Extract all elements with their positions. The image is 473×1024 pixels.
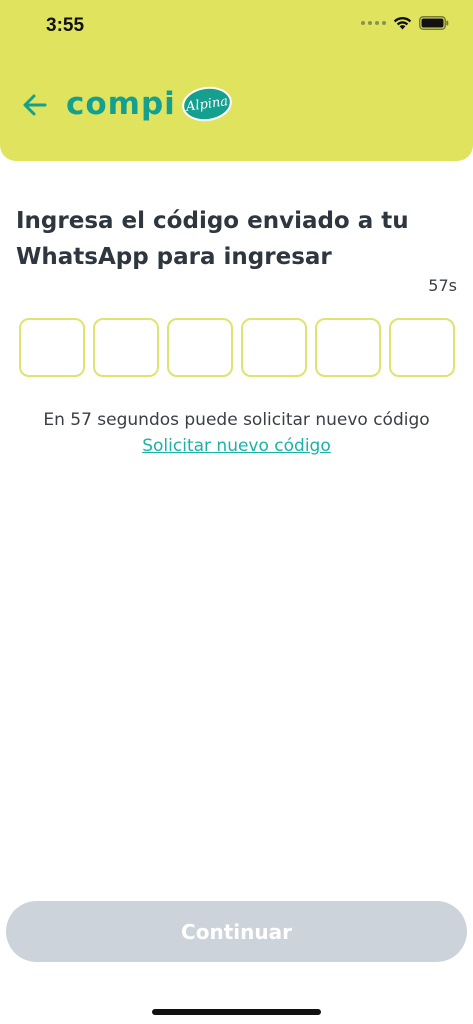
page-title: Ingresa el código enviado a tu WhatsApp … (16, 208, 409, 270)
resend-info-text: En 57 segundos puede solicitar nuevo cód… (43, 410, 430, 430)
resend-code-link[interactable]: Solicitar nuevo código (0, 436, 473, 456)
countdown-timer: 57s (428, 276, 457, 295)
otp-digit-3[interactable] (167, 318, 233, 377)
logo-text: compi (66, 85, 176, 122)
home-indicator (152, 1009, 321, 1015)
signal-icon (361, 21, 386, 25)
otp-digit-2[interactable] (93, 318, 159, 377)
otp-digit-1[interactable] (19, 318, 85, 377)
battery-icon (419, 16, 449, 30)
otp-screen: 3:55 compi Alpina Ingresa el código envi… (0, 0, 473, 1024)
status-time: 3:55 (46, 15, 85, 36)
continue-button[interactable]: Continuar (6, 901, 467, 962)
otp-digit-6[interactable] (389, 318, 455, 377)
alpina-badge-text: Alpina (184, 93, 229, 115)
app-header: 3:55 compi Alpina (0, 0, 473, 161)
back-arrow-icon[interactable] (20, 90, 50, 120)
wifi-icon (393, 16, 412, 30)
alpina-badge: Alpina (179, 83, 234, 125)
otp-digit-5[interactable] (315, 318, 381, 377)
otp-digit-4[interactable] (241, 318, 307, 377)
otp-code-input (19, 318, 455, 377)
compi-logo: compi Alpina (66, 83, 234, 125)
status-icons (361, 16, 449, 30)
